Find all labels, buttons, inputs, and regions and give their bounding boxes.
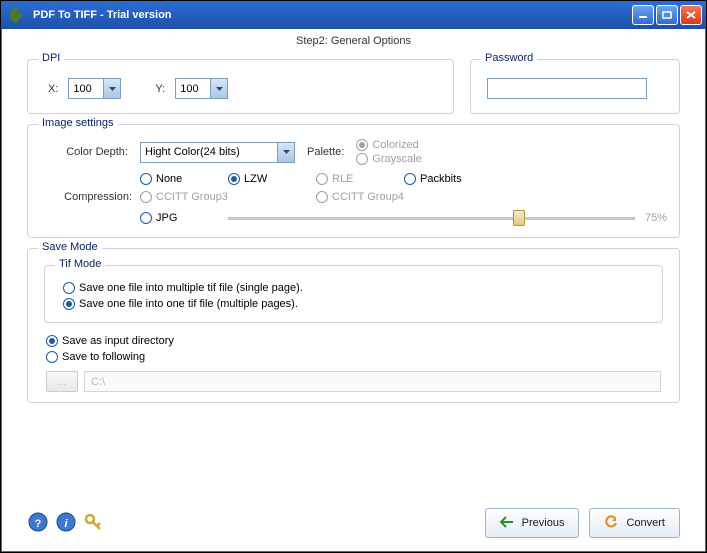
palette-grayscale-radio: Grayscale [356,153,422,165]
tif-multi-label: Save one file into one tif file (multipl… [79,298,298,310]
titlebar: PDF To TIFF - Trial version [1,1,706,29]
comp-packbits-label: Packbits [420,173,462,185]
dpi-y-label: Y: [155,83,165,95]
save-following-radio[interactable]: Save to following [46,351,649,363]
chevron-down-icon [277,143,294,162]
jpg-quality-value: 75% [645,212,667,224]
comp-lzw-label: LZW [244,173,267,185]
dpi-x-label: X: [48,83,58,95]
dpi-x-value: 100 [69,79,103,98]
compression-jpg-radio[interactable]: JPG [140,212,216,224]
dpi-x-select[interactable]: 100 [68,78,121,99]
tif-mode-group: Tif Mode Save one file into multiple tif… [44,265,663,323]
compression-ccitt4-radio: CCITT Group4 [316,191,655,203]
radio-icon [356,139,368,151]
close-button[interactable] [680,5,702,25]
image-settings-legend: Image settings [38,117,118,129]
convert-label: Convert [626,517,665,529]
radio-icon [63,298,75,310]
radio-icon [316,191,328,203]
save-mode-legend: Save Mode [38,241,102,253]
dpi-legend: DPI [38,52,64,64]
radio-icon [63,282,75,294]
palette-colorized-label: Colorized [372,139,418,151]
save-input-dir-radio[interactable]: Save as input directory [46,335,649,347]
maximize-button[interactable] [656,5,678,25]
radio-icon [46,335,58,347]
chevron-down-icon [210,79,227,98]
comp-none-label: None [156,173,182,185]
svg-text:?: ? [35,518,42,530]
minimize-button[interactable] [632,5,654,25]
password-legend: Password [481,52,537,64]
compression-label: Compression: [40,191,140,203]
arrow-left-icon [500,516,514,531]
palette-label: Palette: [307,146,344,158]
tif-mode-legend: Tif Mode [55,258,105,270]
browse-button: ... [46,371,78,392]
compression-packbits-radio[interactable]: Packbits [404,173,655,185]
comp-ccitt3-label: CCITT Group3 [156,191,228,203]
save-mode-group: Save Mode Tif Mode Save one file into mu… [27,248,680,403]
password-input[interactable] [487,78,647,99]
save-following-label: Save to following [62,351,145,363]
radio-icon [228,173,240,185]
tif-single-label: Save one file into multiple tif file (si… [79,282,303,294]
comp-rle-label: RLE [332,173,353,185]
previous-label: Previous [522,517,565,529]
radio-icon [140,173,152,185]
image-settings-group: Image settings Color Depth: Hight Color(… [27,124,680,238]
help-icon[interactable]: ? [27,511,49,536]
window-title: PDF To TIFF - Trial version [33,9,172,21]
color-depth-select[interactable]: Hight Color(24 bits) [140,142,295,163]
radio-icon [404,173,416,185]
chevron-down-icon [103,79,120,98]
dpi-y-select[interactable]: 100 [175,78,228,99]
compression-rle-radio: RLE [316,173,392,185]
compression-lzw-radio[interactable]: LZW [228,173,304,185]
palette-colorized-radio: Colorized [356,139,422,151]
save-input-dir-label: Save as input directory [62,335,174,347]
radio-icon [46,351,58,363]
refresh-icon [604,515,618,532]
tif-single-radio[interactable]: Save one file into multiple tif file (si… [63,282,632,294]
info-icon[interactable]: i [55,511,77,536]
save-path-input: C:\ [84,371,661,392]
app-icon [7,5,27,25]
comp-ccitt4-label: CCITT Group4 [332,191,404,203]
compression-ccitt3-radio: CCITT Group3 [140,191,304,203]
radio-icon [356,153,368,165]
radio-icon [140,191,152,203]
tif-multi-radio[interactable]: Save one file into one tif file (multipl… [63,298,632,310]
step-header: Step2: General Options [5,29,702,53]
compression-none-radio[interactable]: None [140,173,216,185]
convert-button[interactable]: Convert [589,508,680,538]
footer: ? i Previous Convert [27,508,680,538]
radio-icon [140,212,152,224]
app-window: PDF To TIFF - Trial version Step2: Gener… [0,0,707,553]
previous-button[interactable]: Previous [485,508,580,538]
radio-icon [316,173,328,185]
jpg-quality-slider[interactable] [228,209,635,227]
color-depth-value: Hight Color(24 bits) [141,143,277,162]
dpi-group: DPI X: 100 Y: 100 [27,59,454,114]
palette-grayscale-label: Grayscale [372,153,422,165]
dpi-y-value: 100 [176,79,210,98]
password-group: Password [470,59,680,114]
key-icon[interactable] [83,511,105,536]
comp-jpg-label: JPG [156,212,177,224]
color-depth-label: Color Depth: [40,146,128,158]
